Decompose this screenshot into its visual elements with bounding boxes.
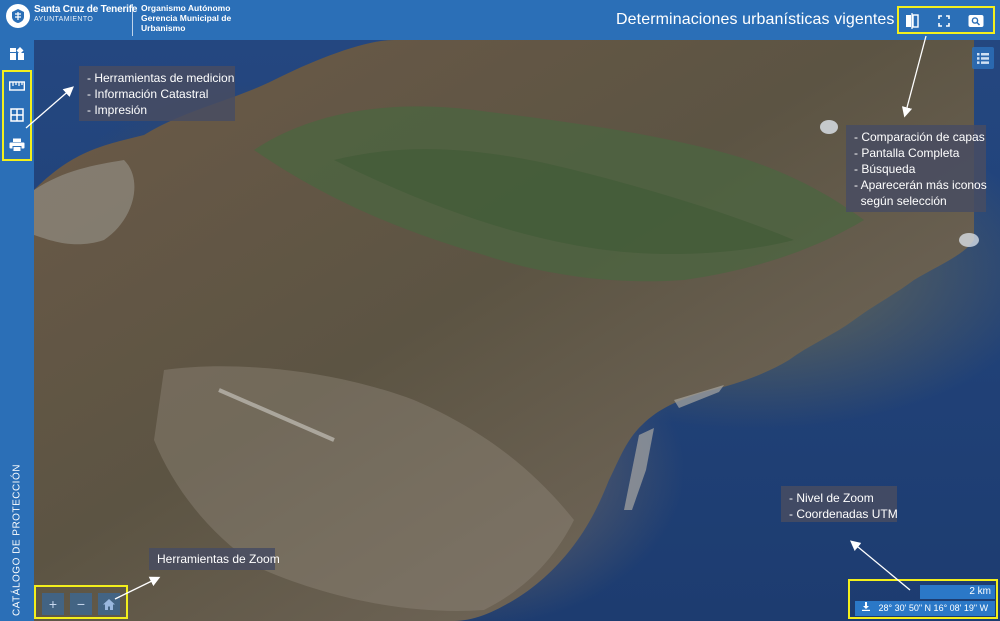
coordinates-text: 28° 30' 50" N 16° 08' 19" W — [878, 603, 989, 613]
brand-name: Santa Cruz de Tenerife — [34, 4, 138, 15]
callout-line: - Herramientas de medicion — [87, 71, 235, 85]
measure-tool-button[interactable] — [7, 76, 27, 96]
sidebar-item-layers[interactable] — [7, 44, 27, 64]
layers-add-icon — [10, 47, 24, 60]
home-button[interactable] — [98, 593, 120, 615]
scale-bar: 2 km — [920, 585, 995, 599]
fullscreen-button[interactable] — [935, 12, 953, 30]
download-icon — [862, 602, 870, 611]
list-icon — [977, 52, 989, 64]
coordinates-readout[interactable]: 28° 30' 50" N 16° 08' 19" W — [855, 601, 995, 616]
compare-layers-icon — [906, 13, 919, 29]
city-shield-logo — [6, 4, 30, 28]
callout-line: - Búsqueda — [854, 162, 916, 176]
organization-name: Organismo Autónomo Gerencia Municipal de… — [141, 3, 251, 33]
print-button[interactable] — [7, 135, 27, 155]
org-line-1: Organismo Autónomo — [141, 3, 231, 13]
callout-line: según selección — [854, 194, 947, 208]
compare-layers-button[interactable] — [903, 12, 921, 30]
search-icon — [968, 15, 984, 27]
catalog-label: CATÁLOGO DE PROTECCIÓN — [11, 464, 23, 616]
org-line-3: Urbanismo — [141, 23, 186, 33]
zoom-controls: + − — [34, 585, 128, 619]
home-icon — [103, 598, 115, 610]
callout-line: - Impresión — [87, 103, 148, 117]
cadastral-info-button[interactable] — [7, 105, 27, 125]
ruler-icon — [9, 81, 25, 91]
cadastral-grid-icon — [10, 108, 24, 122]
fullscreen-icon — [938, 15, 950, 27]
zoom-in-icon: + — [48, 596, 58, 612]
callout-zoom-info: - Nivel de Zoom - Coordenadas UTM — [781, 486, 898, 522]
layer-list-button[interactable] — [972, 47, 994, 69]
catalog-tab[interactable]: CATÁLOGO DE PROTECCIÓN — [2, 464, 32, 616]
zoom-out-icon: − — [76, 596, 86, 612]
sidebar-tools-group — [2, 70, 32, 161]
callout-line: - Pantalla Completa — [854, 146, 960, 160]
callout-sidebar-tools: - Herramientas de medicion - Información… — [79, 66, 235, 121]
zoom-in-button[interactable]: + — [42, 593, 64, 615]
callout-line: - Información Catastral — [87, 87, 209, 101]
callout-zoom-tools: Herramientas de Zoom — [149, 548, 280, 570]
map-status-group: 2 km 28° 30' 50" N 16° 08' 19" W — [848, 579, 998, 619]
page-title: Determinaciones urbanísticas vigentes — [616, 11, 895, 28]
header-divider — [132, 4, 133, 36]
brand-subtitle: AYUNTAMIENTO — [34, 16, 94, 23]
callout-line: Herramientas de Zoom — [157, 552, 280, 566]
search-button[interactable] — [967, 12, 985, 30]
callout-line: - Aparecerán más iconos — [854, 178, 987, 192]
callout-line: - Coordenadas UTM — [789, 507, 898, 521]
callout-header-tools: - Comparación de capas - Pantalla Comple… — [846, 125, 987, 212]
left-sidebar: CATÁLOGO DE PROTECCIÓN — [0, 40, 34, 621]
print-icon — [9, 138, 25, 152]
callout-line: - Nivel de Zoom — [789, 491, 874, 505]
header-tools-group — [897, 6, 995, 34]
org-line-2: Gerencia Municipal de — [141, 13, 232, 23]
callout-line: - Comparación de capas — [854, 130, 985, 144]
app-header: Santa Cruz de Tenerife AYUNTAMIENTO Orga… — [0, 0, 1000, 40]
zoom-out-button[interactable]: − — [70, 593, 92, 615]
